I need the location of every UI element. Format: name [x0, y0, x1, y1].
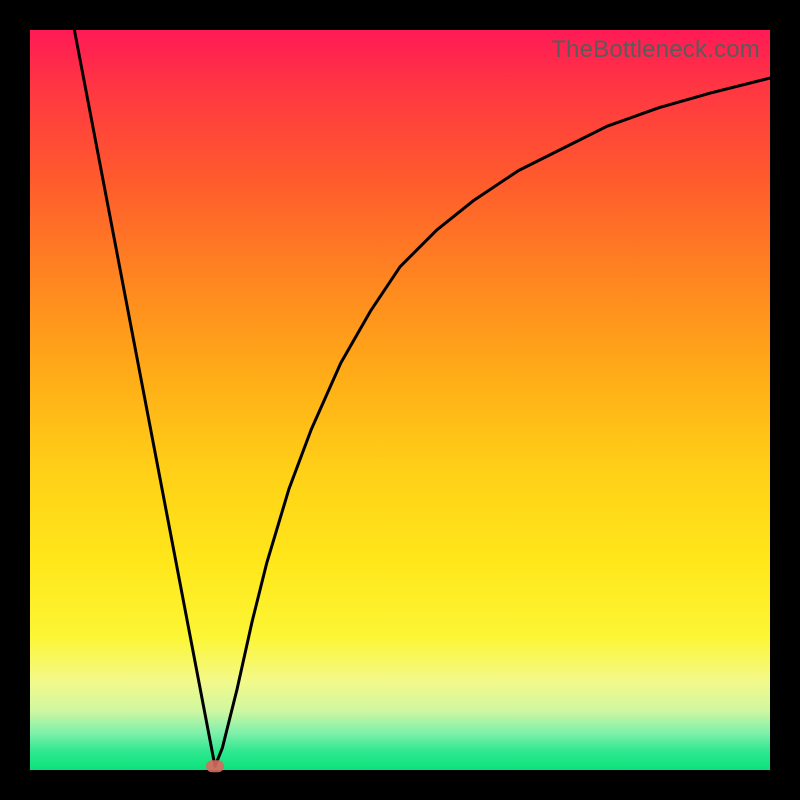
chart-svg — [30, 30, 770, 770]
curve-path — [74, 30, 770, 766]
minimum-marker — [206, 760, 224, 772]
plot-area: TheBottleneck.com — [30, 30, 770, 770]
chart-frame: TheBottleneck.com — [0, 0, 800, 800]
